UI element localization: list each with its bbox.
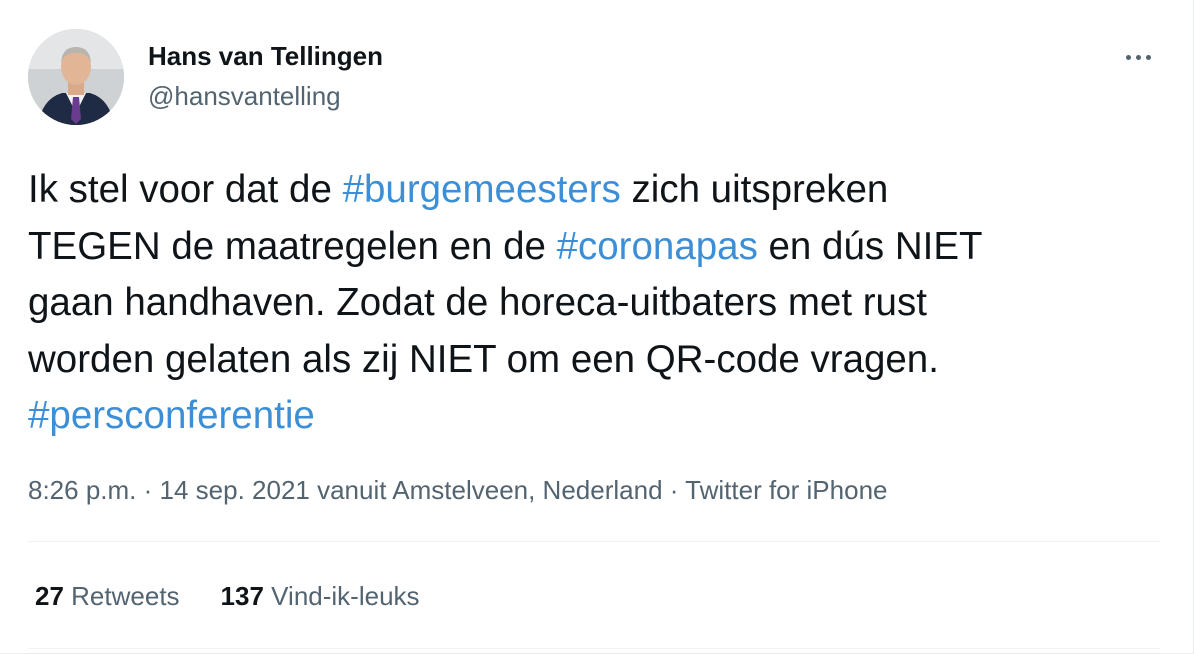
divider	[28, 648, 1160, 649]
tweet-source[interactable]: Twitter for iPhone	[685, 475, 887, 505]
more-horizontal-icon	[1145, 54, 1151, 60]
hashtag-link[interactable]: #burgemeesters	[343, 168, 621, 211]
tweet-text-line: Ik stel voor dat de #burgemeesters zich …	[28, 162, 1168, 219]
retweets-label: Retweets	[71, 581, 180, 611]
divider	[28, 541, 1160, 542]
avatar[interactable]	[28, 29, 124, 125]
tweet-text-line: worden gelaten als zij NIET om een QR-co…	[28, 332, 1168, 389]
separator: ·	[662, 475, 686, 505]
tweet-date[interactable]: 14 sep. 2021	[160, 475, 310, 505]
hashtag-link[interactable]: #coronapas	[557, 225, 758, 268]
likes-stat[interactable]: 137 Vind-ik-leuks	[221, 579, 420, 613]
hashtag-link[interactable]: #persconferentie	[28, 394, 315, 437]
tweet-text-segment: en dús NIET	[757, 224, 983, 268]
tweet-text-line: #persconferentie	[28, 388, 1168, 445]
tweet-time[interactable]: 8:26 p.m.	[28, 475, 136, 505]
tweet-text-segment: worden gelaten als zij NIET om een QR-co…	[28, 337, 939, 381]
tweet-text-segment: gaan handhaven. Zodat de horeca-uitbater…	[28, 281, 927, 324]
tweet-metadata: 8:26 p.m. · 14 sep. 2021 vanuit Amstelve…	[28, 474, 887, 506]
more-options-button[interactable]	[1116, 40, 1160, 74]
avatar-photo	[28, 29, 124, 125]
tweet-text-segment: zich uitspreken	[620, 168, 889, 211]
tweet-text-line: TEGEN de maatregelen en de #coronapas en…	[28, 219, 1168, 276]
display-name[interactable]: Hans van Tellingen	[148, 40, 383, 72]
tweet-text-line: gaan handhaven. Zodat de horeca-uitbater…	[28, 275, 1168, 332]
separator: ·	[136, 475, 160, 505]
likes-label: Vind-ik-leuks	[271, 581, 420, 611]
tweet-text-segment: Ik stel voor dat de	[28, 168, 343, 211]
more-horizontal-icon	[1125, 54, 1131, 60]
tweet-card: Hans van Tellingen @hansvantelling Ik st…	[0, 0, 1194, 654]
tweet-text: Ik stel voor dat de #burgemeesters zich …	[28, 162, 1168, 445]
user-handle[interactable]: @hansvantelling	[148, 80, 341, 112]
likes-count: 137	[220, 581, 264, 611]
tweet-text-segment: TEGEN de maatregelen en de	[28, 224, 557, 268]
more-horizontal-icon	[1135, 54, 1141, 60]
retweets-stat[interactable]: 27 Retweets	[35, 579, 180, 613]
retweets-count: 27	[35, 581, 64, 611]
tweet-location: vanuit Amstelveen, Nederland	[309, 475, 663, 505]
engagement-stats: 27 Retweets 137 Vind-ik-leuks	[35, 579, 420, 613]
